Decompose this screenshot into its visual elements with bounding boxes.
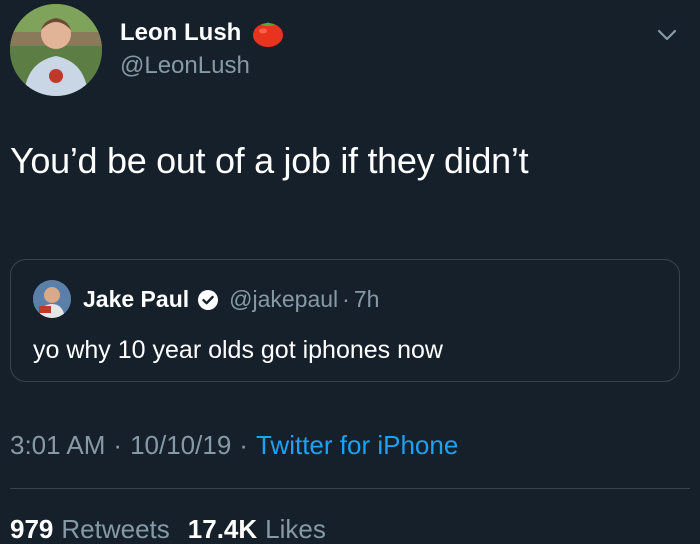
- quoted-author-avatar[interactable]: [33, 280, 71, 318]
- retweets-count[interactable]: 979: [10, 514, 53, 544]
- likes-count[interactable]: 17.4K: [188, 514, 257, 544]
- tweet-date[interactable]: 10/10/19: [130, 430, 231, 461]
- tomato-icon: [251, 18, 285, 48]
- likes-label[interactable]: Likes: [265, 514, 326, 544]
- meta-separator: ·: [113, 430, 123, 460]
- verified-badge-icon: [197, 289, 219, 311]
- tweet-text: You’d be out of a job if they didn’t: [10, 140, 529, 181]
- tweet-stats: 979 Retweets 17.4K Likes: [10, 514, 326, 544]
- chevron-down-icon[interactable]: [656, 26, 678, 44]
- quoted-tweet-card[interactable]: Jake Paul @jakepaul · 7h yo why 10 year …: [10, 259, 680, 382]
- tweet-meta: 3:01 AM · 10/10/19 · Twitter for iPhone: [10, 430, 458, 461]
- meta-separator: ·: [239, 430, 248, 460]
- author-avatar[interactable]: [10, 4, 102, 96]
- quoted-author-name[interactable]: Jake Paul: [83, 286, 189, 313]
- divider: [10, 488, 690, 489]
- author-handle[interactable]: @LeonLush: [120, 52, 250, 80]
- tweet-time[interactable]: 3:01 AM: [10, 430, 105, 461]
- quoted-separator: ·: [342, 286, 350, 312]
- author-display-name[interactable]: Leon Lush: [120, 19, 241, 47]
- tweet-source-link[interactable]: Twitter for iPhone: [256, 430, 458, 461]
- quoted-tweet-text: yo why 10 year olds got iphones now: [33, 336, 443, 364]
- retweets-label[interactable]: Retweets: [61, 514, 169, 544]
- quoted-timestamp[interactable]: 7h: [354, 286, 380, 313]
- tweet-header: Leon Lush @LeonLush: [10, 4, 690, 96]
- quoted-author-handle[interactable]: @jakepaul: [229, 286, 338, 313]
